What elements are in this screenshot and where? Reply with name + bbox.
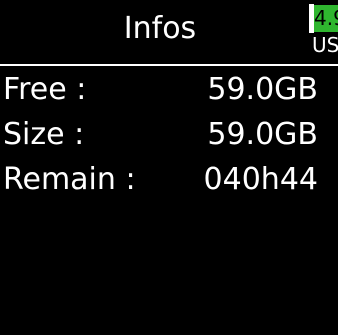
free-value: 59.0GB [207, 72, 318, 107]
remain-label: Remain : [3, 162, 136, 197]
header-divider [0, 64, 338, 66]
info-row-size: Size : 59.0GB [0, 113, 338, 157]
screen-header: Infos 4.9 USB [0, 0, 338, 63]
size-value: 59.0GB [207, 117, 318, 152]
size-label: Size : [3, 117, 85, 152]
info-row-remain: Remain : 040h44 [0, 158, 338, 202]
device-screen: Infos 4.9 USB Free : 59.0GB Size : 59.0G… [0, 0, 338, 335]
info-row-free: Free : 59.0GB [0, 68, 338, 112]
battery-voltage: 4.9 [314, 5, 338, 32]
remain-value: 040h44 [203, 162, 318, 197]
battery-indicator: 4.9 USB [306, 4, 338, 60]
free-label: Free : [3, 72, 87, 107]
screen-title: Infos [123, 11, 197, 46]
power-source-label: USB [312, 33, 338, 57]
